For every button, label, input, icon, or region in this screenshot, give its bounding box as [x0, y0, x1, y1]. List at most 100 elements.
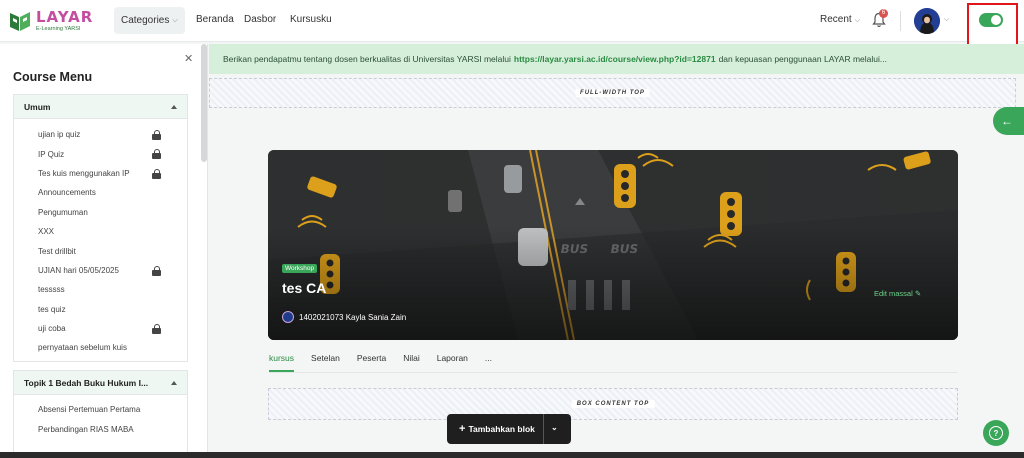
- course-menu-title: Course Menu: [13, 70, 93, 84]
- list-item[interactable]: Announcements: [14, 183, 187, 202]
- tab-kursus[interactable]: kursus: [269, 350, 295, 372]
- course-section-umum: Umum ujian ip quiz IP Quiz Tes kuis meng…: [13, 94, 188, 362]
- taskbar-edge: [0, 452, 1024, 458]
- survey-alert-banner: Berikan pendapatmu tentang dosen berkual…: [209, 44, 1024, 74]
- toggle-knob: [991, 15, 1001, 25]
- nav-link-beranda[interactable]: Beranda: [196, 14, 234, 25]
- list-item[interactable]: Pengumuman: [14, 203, 187, 222]
- item-label: ujian ip quiz: [38, 130, 81, 140]
- item-label: Pengumuman: [38, 207, 88, 217]
- add-block-label: Tambahkan blok: [468, 424, 535, 434]
- full-width-top-block-region: FULL-WIDTH TOP: [209, 78, 1016, 108]
- course-title: tes CA: [282, 280, 327, 296]
- list-item[interactable]: Perbandingan RIAS MABA: [14, 419, 187, 438]
- edit-massal-button[interactable]: Edit massal ✎: [874, 289, 921, 298]
- item-label: pernyataan sebelum kuis: [38, 343, 127, 353]
- item-label: uji coba: [38, 324, 66, 334]
- list-item[interactable]: tesssss: [14, 280, 187, 299]
- layar-logo[interactable]: LAYAR E-Learning YARSI: [8, 7, 92, 35]
- logo-title: LAYAR: [36, 7, 94, 26]
- user-avatar[interactable]: [914, 8, 940, 34]
- item-label: tes quiz: [38, 304, 66, 314]
- edit-label: Edit massal: [874, 289, 913, 298]
- mode-toggle-switch[interactable]: [979, 13, 1003, 27]
- course-section-topik-1: Topik 1 Bedah Buku Hukum I... Absensi Pe…: [13, 370, 188, 458]
- chevron-up-icon: [171, 104, 177, 109]
- alert-prefix: Berikan pendapatmu tentang dosen berkual…: [223, 54, 511, 64]
- list-item[interactable]: UJIAN hari 05/05/2025: [14, 261, 187, 280]
- list-item[interactable]: Test drillbit: [14, 241, 187, 260]
- chevron-down-icon: ⌵: [854, 17, 860, 24]
- help-button[interactable]: ?: [983, 420, 1009, 446]
- alert-suffix: dan kepuasan penggunaan LAYAR melalui...: [718, 54, 887, 64]
- item-label: Absensi Pertemuan Pertama: [38, 405, 141, 415]
- item-label: Perbandingan RIAS MABA: [38, 424, 134, 434]
- tabs-divider: [269, 372, 958, 373]
- tab-setelan[interactable]: Setelan: [311, 350, 340, 372]
- plus-icon: +: [459, 423, 466, 435]
- lock-icon: [152, 323, 161, 334]
- notification-badge: 6: [879, 9, 888, 18]
- lock-icon: [152, 168, 161, 179]
- nav-link-dasbor[interactable]: Dasbor: [244, 14, 276, 25]
- arrow-left-icon: ←: [1001, 114, 1013, 128]
- list-item[interactable]: uji coba: [14, 319, 187, 338]
- item-label: IP Quiz: [38, 149, 65, 159]
- button-split-divider: [543, 414, 544, 444]
- chevron-up-icon: [171, 380, 177, 385]
- teacher-name: 1402021073 Kayla Sania Zain: [299, 312, 407, 322]
- lock-icon: [152, 130, 161, 140]
- categories-label: Categories: [121, 15, 170, 26]
- item-label: XXX: [38, 227, 55, 237]
- nav-link-kursusku[interactable]: Kursusku: [290, 14, 332, 25]
- question-icon: ?: [989, 426, 1003, 440]
- course-menu-sidebar: ✕ Course Menu Umum ujian ip quiz IP Quiz…: [0, 44, 208, 458]
- open-block-drawer-button[interactable]: ←: [993, 107, 1024, 135]
- logo-subtitle: E-Learning YARSI: [36, 25, 81, 32]
- course-teacher[interactable]: 1402021073 Kayla Sania Zain: [282, 311, 406, 323]
- categories-dropdown[interactable]: Categories ⌵: [114, 7, 185, 34]
- item-label: tesssss: [38, 285, 65, 295]
- lock-icon: [152, 149, 161, 160]
- course-category-badge: Workshop: [282, 264, 318, 273]
- list-item[interactable]: ujian ip quiz: [14, 125, 187, 144]
- section-title: Umum: [24, 101, 51, 112]
- section-title: Topik 1 Bedah Buku Hukum I...: [24, 377, 149, 388]
- list-item[interactable]: IP Quiz: [14, 144, 187, 163]
- item-label: Tes kuis menggunakan IP: [38, 168, 130, 178]
- box-content-top-block-region: BOX CONTENT TOP: [268, 388, 958, 420]
- navbar-divider: [900, 11, 901, 31]
- logo-mark-icon: [8, 9, 32, 33]
- recent-label: Recent: [820, 14, 852, 25]
- section-header[interactable]: Umum: [14, 95, 187, 119]
- add-block-button[interactable]: + Tambahkan blok ⌄: [447, 414, 571, 444]
- tab-more[interactable]: ...: [485, 350, 492, 372]
- chevron-down-icon: ⌵: [172, 16, 178, 24]
- pencil-icon: ✎: [914, 289, 922, 298]
- block-region-label: FULL-WIDTH TOP: [575, 89, 650, 97]
- survey-link[interactable]: https://layar.yarsi.ac.id/course/view.ph…: [514, 54, 716, 64]
- list-item[interactable]: tes quiz: [14, 300, 187, 319]
- list-item[interactable]: pernyataan sebelum kuis: [14, 338, 187, 357]
- course-header-image: BUS BUS Workshop tes CA 1402021: [268, 150, 958, 340]
- list-item[interactable]: Absensi Pertemuan Pertama: [14, 400, 187, 419]
- lock-icon: [152, 265, 161, 276]
- list-item[interactable]: Tes kuis menggunakan IP: [14, 164, 187, 183]
- chevron-down-icon[interactable]: ⌄: [551, 423, 558, 432]
- tab-peserta[interactable]: Peserta: [357, 350, 386, 372]
- teacher-avatar: [282, 311, 294, 323]
- item-label: Test drillbit: [38, 246, 76, 256]
- item-label: UJIAN hari 05/05/2025: [38, 265, 119, 275]
- block-region-label: BOX CONTENT TOP: [571, 400, 655, 408]
- list-item[interactable]: XXX: [14, 222, 187, 241]
- item-label: Announcements: [38, 188, 96, 198]
- tab-nilai[interactable]: Nilai: [403, 350, 420, 372]
- section-header[interactable]: Topik 1 Bedah Buku Hukum I...: [14, 371, 187, 395]
- recent-dropdown[interactable]: Recent ⌵: [820, 14, 860, 25]
- top-navbar: LAYAR E-Learning YARSI Categories ⌵ Bera…: [0, 0, 1024, 52]
- sidebar-scrollbar[interactable]: [201, 44, 207, 162]
- course-tabs: kursus Setelan Peserta Nilai Laporan ...: [269, 350, 509, 372]
- close-icon[interactable]: ✕: [184, 52, 193, 65]
- chevron-down-icon[interactable]: ⌵: [944, 16, 949, 24]
- tab-laporan[interactable]: Laporan: [437, 350, 468, 372]
